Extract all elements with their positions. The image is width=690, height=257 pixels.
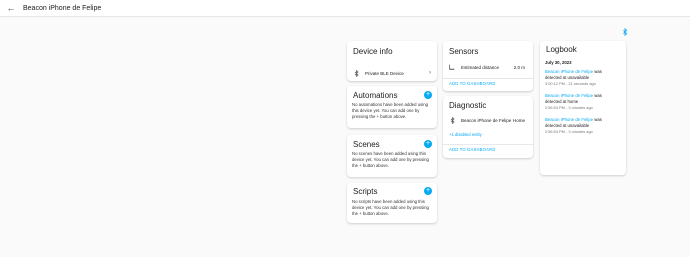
bluetooth-icon <box>449 116 455 124</box>
automations-title: Automations <box>353 91 398 100</box>
private-ble-device-row[interactable]: Private BLE Device › <box>347 67 437 79</box>
divider <box>443 144 533 145</box>
scripts-empty-text: No scripts have been added using this de… <box>352 199 429 216</box>
logbook-entity-link[interactable]: Beacon iPhone de Felipe <box>545 69 593 74</box>
bluetooth-icon <box>353 69 359 77</box>
device-info-card: Device info Private BLE Device › <box>347 41 437 81</box>
divider <box>443 78 533 79</box>
scenes-empty-text: No scenes have been added using this dev… <box>352 151 429 168</box>
diagnostic-entity-value: Home <box>512 117 525 123</box>
sensors-title: Sensors <box>449 47 479 56</box>
chevron-right-icon: › <box>429 70 431 76</box>
automations-empty-text: No automations have been added using thi… <box>352 102 428 119</box>
scenes-card: Scenes + No scenes have been added using… <box>347 135 437 177</box>
logbook-entry: Beacon iPhone de Felipe was detected at … <box>545 69 618 86</box>
scenes-title: Scenes <box>353 140 380 149</box>
estimated-distance-row[interactable]: Estimated distance 2.0 m <box>443 61 533 73</box>
add-script-button[interactable]: + <box>424 187 432 195</box>
device-info-title: Device info <box>353 47 393 56</box>
diagnostic-entity-row[interactable]: Beacon iPhone de Felipe Home <box>443 114 533 126</box>
diagnostic-title: Diagnostic <box>449 101 487 110</box>
sensors-add-to-dashboard-button[interactable]: ADD TO DASHBOARD <box>449 81 496 86</box>
scripts-title: Scripts <box>353 187 378 196</box>
logbook-entry: Beacon iPhone de Felipe was detected at … <box>545 93 618 110</box>
top-app-bar: ← Beacon iPhone de Felipe <box>0 0 690 17</box>
automations-card: Automations + No automations have been a… <box>347 86 437 128</box>
logbook-time: 3:00:12 PM - 21 seconds ago <box>545 81 596 86</box>
logbook-date: July 30, 2023 <box>545 60 572 65</box>
estimated-distance-label: Estimated distance <box>461 64 500 70</box>
logbook-title: Logbook <box>546 45 577 54</box>
private-ble-device-label: Private BLE Device <box>365 70 404 76</box>
disabled-entities-link[interactable]: +1 disabled entity <box>449 132 482 137</box>
estimated-distance-value: 2.0 m <box>513 64 525 70</box>
arrow-left-icon[interactable]: ← <box>3 0 19 16</box>
add-automation-button[interactable]: + <box>424 91 432 99</box>
logbook-card: Logbook July 30, 2023 Beacon iPhone de F… <box>540 41 626 175</box>
diagnostic-add-to-dashboard-button[interactable]: ADD TO DASHBOARD <box>449 147 496 152</box>
bluetooth-icon <box>623 28 628 36</box>
sensors-card: Sensors Estimated distance 2.0 m ADD TO … <box>443 41 533 91</box>
ruler-icon <box>449 63 455 71</box>
scripts-card: Scripts + No scripts have been added usi… <box>347 183 437 223</box>
logbook-entity-link[interactable]: Beacon iPhone de Felipe <box>545 117 593 122</box>
add-scene-button[interactable]: + <box>424 140 432 148</box>
logbook-entry: Beacon iPhone de Felipe was detected at … <box>545 117 618 134</box>
diagnostic-entity-label: Beacon iPhone de Felipe <box>461 117 512 123</box>
logbook-time: 2:56:53 PM - 3 minutes ago <box>545 129 593 134</box>
logbook-entity-link[interactable]: Beacon iPhone de Felipe <box>545 93 593 98</box>
logbook-time: 2:56:53 PM - 3 minutes ago <box>545 105 593 110</box>
page-title: Beacon iPhone de Felipe <box>23 4 102 12</box>
diagnostic-card: Diagnostic Beacon iPhone de Felipe Home … <box>443 96 533 158</box>
